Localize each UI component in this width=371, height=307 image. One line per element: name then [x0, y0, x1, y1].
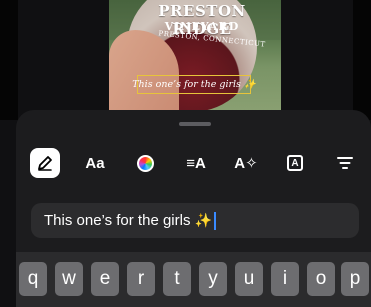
color-tool-button[interactable] [130, 148, 160, 178]
effects-label: A✧ [234, 155, 258, 172]
key-e[interactable]: e [91, 262, 119, 296]
color-wheel-icon [136, 154, 154, 172]
key-i[interactable]: i [271, 262, 299, 296]
key-w[interactable]: w [55, 262, 83, 296]
key-r[interactable]: r [127, 262, 155, 296]
text-cursor [213, 211, 216, 230]
sheet-grabber[interactable] [179, 122, 211, 126]
draw-tool-button[interactable] [30, 148, 60, 178]
key-q[interactable]: q [19, 262, 47, 296]
alignment-menu-button[interactable] [330, 148, 360, 178]
caption-text-overlay[interactable]: This one’s for the girls ✨ [132, 75, 256, 94]
key-o[interactable]: o [307, 262, 335, 296]
font-label: Aa [85, 154, 105, 172]
left-gutter [0, 0, 18, 120]
key-t[interactable]: t [163, 262, 191, 296]
pen-icon [38, 156, 52, 171]
lines-icon [337, 157, 353, 169]
right-gutter [353, 0, 371, 120]
story-photo: PRESTON RIDGE VINEYARD PRESTON, CONNECTI… [109, 0, 281, 112]
key-p[interactable]: p [341, 262, 369, 296]
align-tool-button[interactable]: ≡A [181, 148, 211, 178]
sparkles-emoji: ✨ [194, 212, 212, 228]
caption-input-text: This one’s for the girls [44, 212, 191, 229]
align-label: ≡A [186, 154, 206, 172]
caption-input[interactable]: This one’s for the girls ✨ [31, 203, 359, 238]
boxed-a-icon: A [287, 155, 303, 171]
key-y[interactable]: y [199, 262, 227, 296]
font-tool-button[interactable]: Aa [80, 148, 110, 178]
effects-tool-button[interactable]: A✧ [231, 148, 261, 178]
key-u[interactable]: u [235, 262, 263, 296]
background-tool-button[interactable]: A [280, 148, 310, 178]
